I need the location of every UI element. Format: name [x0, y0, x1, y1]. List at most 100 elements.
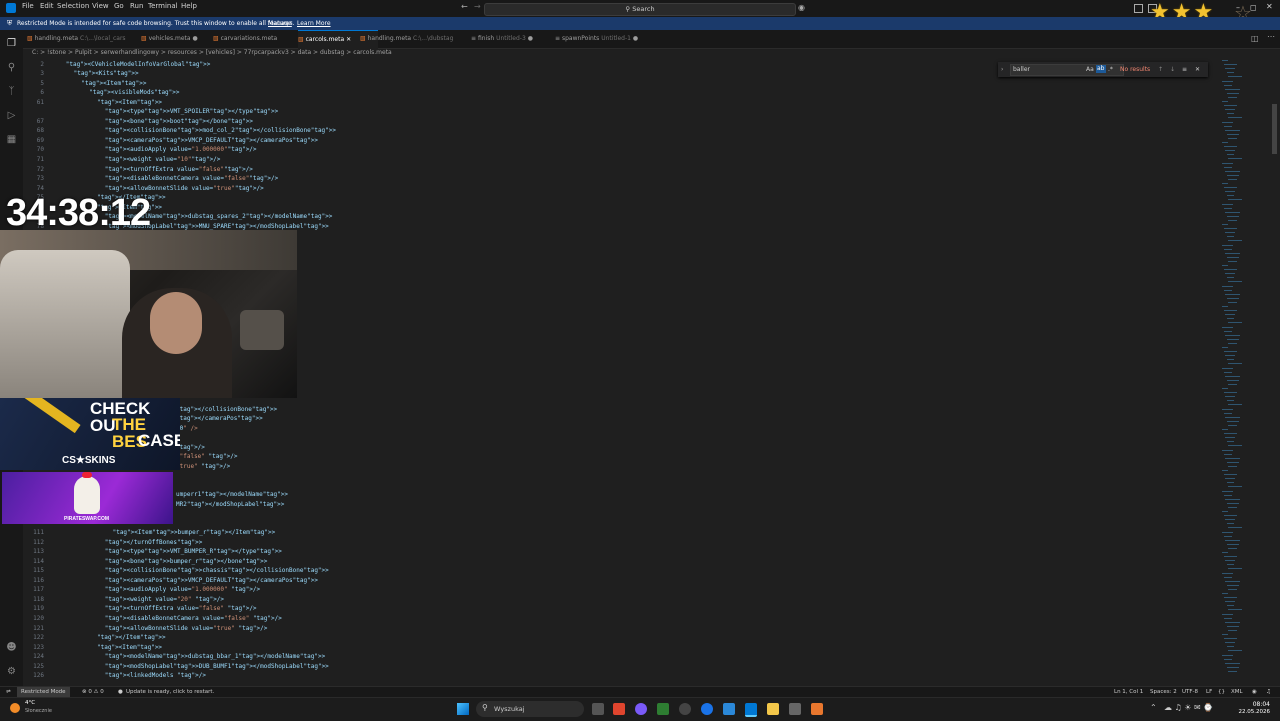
code-line: "tag"></cameraPos"tag">>	[176, 415, 263, 422]
forward-arrow-icon[interactable]: →	[474, 2, 481, 11]
menu-go[interactable]: Go	[114, 2, 124, 10]
close-window-icon[interactable]: ✕	[1266, 2, 1273, 11]
tab-label: carvariations.meta	[220, 35, 278, 42]
minimap-line	[1223, 84, 1232, 86]
menu-selection[interactable]: Selection	[57, 2, 89, 10]
discord-icon[interactable]	[635, 703, 647, 715]
learn-more-link[interactable]: Learn More	[297, 17, 331, 30]
tab-carvariations-meta[interactable]: ▧ carvariations.meta	[213, 30, 301, 48]
find-input[interactable]: baller	[1010, 64, 1124, 76]
menu-view[interactable]: View	[92, 2, 109, 10]
minimap-line	[1223, 146, 1237, 148]
close-tab-icon[interactable]: ✕	[346, 36, 351, 43]
app-icon[interactable]	[789, 703, 801, 715]
tab-handling-meta-1[interactable]: ▧ handling.meta C:\...\local_cars	[27, 30, 131, 48]
clock-date[interactable]: 22.05.2026	[1236, 709, 1271, 715]
menu-run[interactable]: Run	[130, 2, 143, 10]
next-match-icon[interactable]: ↓	[1170, 62, 1175, 77]
minimap-line	[1228, 117, 1242, 119]
manage-link[interactable]: Manage	[268, 17, 292, 30]
line-number: 121	[33, 624, 44, 632]
xml-file-icon: ▧	[27, 35, 33, 42]
maximize-icon[interactable]: ◻	[1250, 3, 1257, 12]
taskbar-search-box[interactable]: ⚲ Wyszukaj	[476, 701, 584, 717]
copilot-icon[interactable]: ◉	[798, 3, 805, 12]
match-whole-word-toggle[interactable]: ab	[1096, 65, 1106, 73]
archive-app-icon[interactable]	[811, 703, 823, 715]
command-center-search[interactable]: ⚲ Search	[484, 3, 796, 16]
match-case-toggle[interactable]: Aa	[1086, 62, 1094, 77]
webcam-equipment-shape	[240, 310, 284, 350]
layout-toggle-icon[interactable]	[1134, 4, 1143, 13]
line-number: 118	[33, 595, 44, 603]
code-line: "tag"><cameraPos"tag">>VMCP_DEFAULT"tag"…	[104, 576, 318, 584]
clock-time[interactable]: 08:04	[1236, 701, 1270, 708]
code-line: "tag"><cameraPos"tag">>VMCP_DEFAULT"tag"…	[104, 136, 318, 144]
minimap-line	[1225, 621, 1240, 623]
excel-icon[interactable]	[657, 703, 669, 715]
chrome-icon[interactable]	[701, 703, 713, 715]
steam-icon[interactable]	[679, 703, 691, 715]
code-line: "tag"><type"tag">>VMT_BUMPER_R"tag"></ty…	[104, 548, 282, 556]
minimap-line	[1228, 404, 1242, 406]
find-in-selection-icon[interactable]: ≡	[1182, 62, 1187, 77]
minimap-line	[1225, 273, 1235, 275]
start-windows-icon[interactable]	[457, 703, 469, 715]
more-actions-icon[interactable]: ⋯	[1267, 32, 1275, 41]
menu-file[interactable]: File	[22, 2, 34, 10]
line-number: 119	[33, 605, 44, 613]
line-number: 115	[33, 567, 44, 575]
tab-handling-meta-2[interactable]: ▧ handling.meta C:\...\dubstag	[360, 30, 476, 48]
minimap-line	[1228, 178, 1237, 180]
file-explorer-icon[interactable]	[767, 703, 779, 715]
minimap-line	[1225, 498, 1240, 500]
code-line: "tag"><modelName"tag">>dubstag_bbar_1"ta…	[104, 653, 326, 661]
code-line: "tag"><bone"tag">>bumper_r"tag"></bone"t…	[104, 557, 268, 565]
back-arrow-icon[interactable]: ←	[461, 2, 468, 11]
minimap-line	[1225, 191, 1235, 193]
code-line: "tag"><Item"tag">>bumper_r"tag"></Item"t…	[112, 529, 276, 536]
minimap-line	[1228, 506, 1237, 508]
code-line: MR2"tag"></modShopLabel"tag">>	[176, 501, 285, 508]
line-number: 112	[33, 538, 44, 546]
tray-chevron-icon[interactable]: ⌃	[1150, 703, 1157, 712]
minimap-line	[1222, 162, 1233, 164]
minimap-line	[1226, 318, 1234, 320]
toggle-replace-chevron-icon[interactable]: ›	[1001, 62, 1003, 77]
unsaved-dot-icon: ●	[527, 35, 533, 42]
minimap-line	[1225, 601, 1235, 603]
ad-brand: CS★SKINS	[62, 455, 116, 466]
webcam-overlay	[0, 230, 297, 398]
line-number: 67	[36, 117, 44, 125]
tab-vehicles-meta[interactable]: ▧ vehicles.meta ●	[141, 30, 221, 48]
previous-match-icon[interactable]: ↑	[1158, 62, 1163, 77]
breadcrumb[interactable]: C: > !stone > Pulpit > serwerhandlingowy…	[32, 49, 392, 56]
brave-browser-icon[interactable]	[613, 703, 625, 715]
minimize-icon[interactable]: –	[1236, 3, 1240, 12]
tab-spawnpoints[interactable]: ≡ spawnPoints Untitled-1 ●	[555, 30, 651, 48]
minimap-line	[1225, 170, 1240, 172]
line-number: 123	[33, 643, 44, 651]
minimap-line	[1225, 519, 1235, 521]
split-editor-icon[interactable]: ◫	[1251, 34, 1259, 43]
close-find-icon[interactable]: ✕	[1195, 62, 1200, 77]
notepad-icon[interactable]	[723, 703, 735, 715]
tab-path: C:\...\dubstag	[413, 35, 454, 42]
menu-terminal[interactable]: Terminal	[148, 2, 178, 10]
minimap-line	[1226, 72, 1234, 74]
regex-toggle[interactable]: .*	[1108, 62, 1113, 77]
menu-help[interactable]: Help	[181, 2, 197, 10]
minimap[interactable]	[1222, 60, 1242, 686]
vscode-taskbar-icon[interactable]	[745, 703, 757, 717]
minimap-line	[1222, 367, 1233, 369]
explorer-icon[interactable]: ❐	[6, 38, 17, 49]
tray-icons[interactable]: ☁ ♫ ☀ ✉ ⌚	[1164, 703, 1213, 712]
line-number: 124	[33, 653, 44, 661]
task-view-icon[interactable]	[592, 703, 604, 715]
menu-edit[interactable]: Edit	[40, 2, 54, 10]
vertical-scrollbar[interactable]	[1272, 104, 1277, 154]
minimap-line	[1226, 605, 1234, 607]
tab-finish[interactable]: ≡ finish Untitled-3 ●	[471, 30, 547, 48]
minimap-line	[1225, 252, 1240, 254]
code-line: "tag"><collisionBone"tag">>chassis"tag">…	[104, 567, 329, 575]
